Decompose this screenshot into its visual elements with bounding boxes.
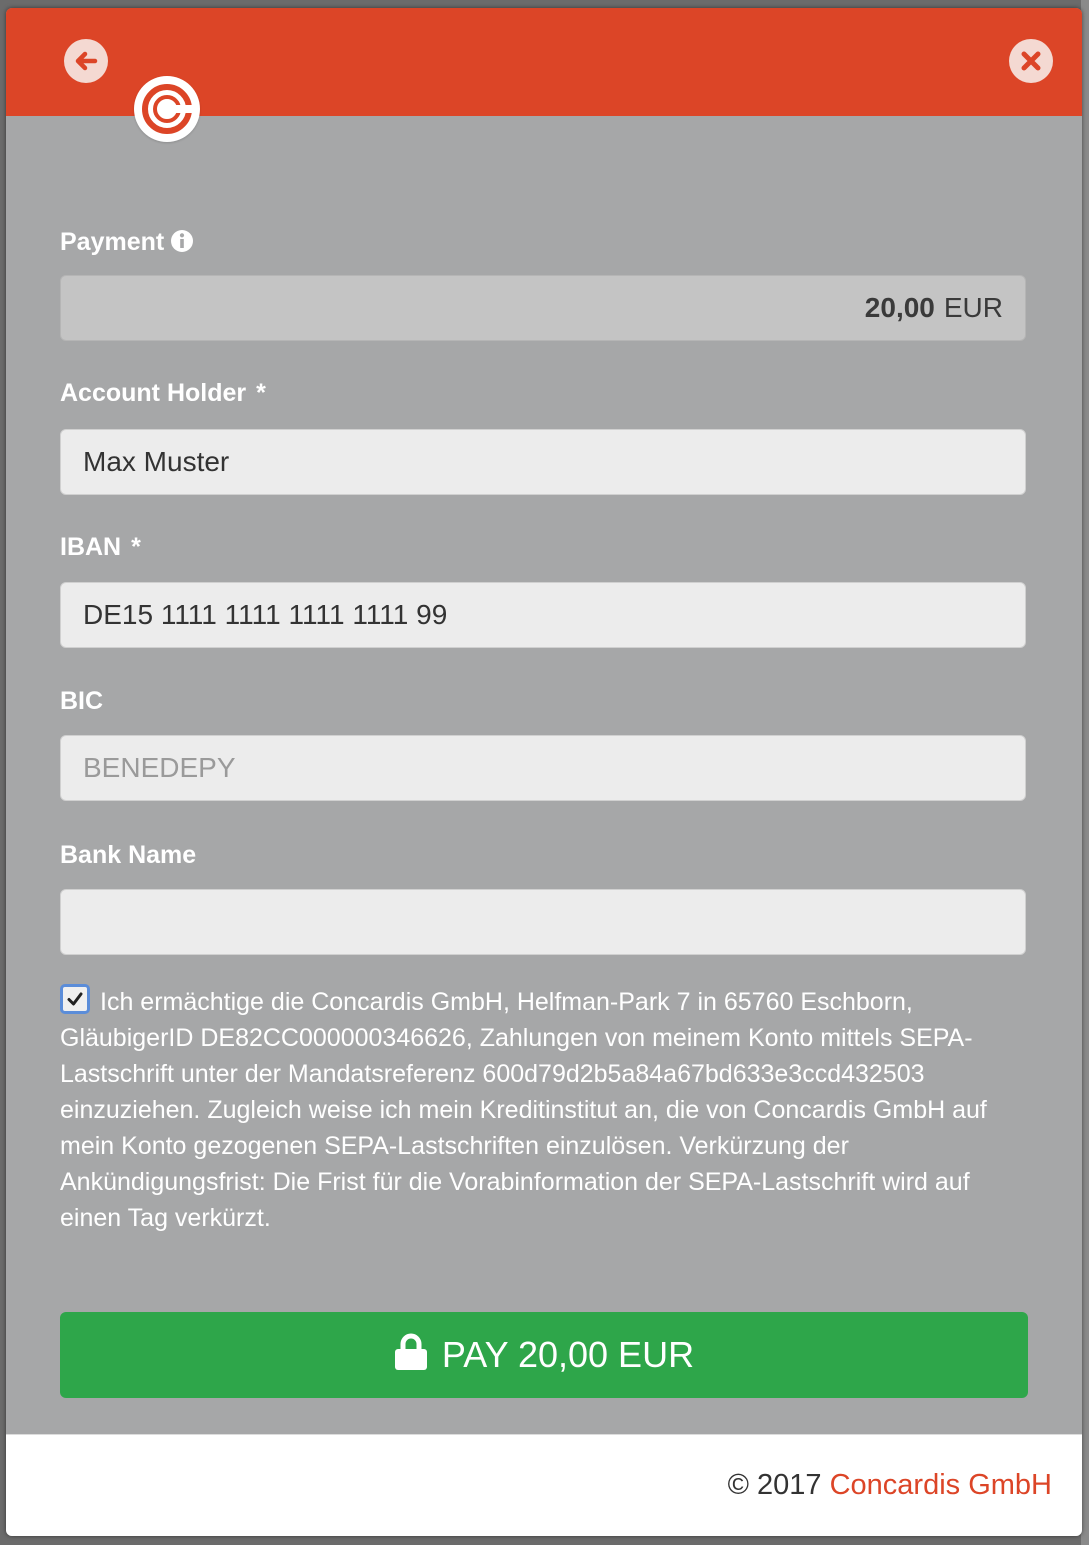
back-button[interactable]: [64, 39, 108, 83]
bic-label-text: BIC: [60, 687, 104, 715]
bic-label: BIC: [60, 686, 103, 716]
company-link[interactable]: Concardis GmbH: [830, 1469, 1052, 1501]
iban-label: IBAN *: [60, 532, 141, 562]
account-holder-input[interactable]: Max Muster: [60, 429, 1026, 495]
payment-amount: 20,00: [864, 292, 935, 323]
check-icon: [67, 992, 83, 1006]
payment-label-text: Payment: [60, 228, 165, 256]
required-mark: *: [256, 379, 266, 407]
iban-input[interactable]: DE15 1111 1111 1111 1111 99: [60, 582, 1026, 648]
pay-button[interactable]: PAY 20,00 EUR: [60, 1312, 1028, 1398]
copyright: © 2017 Concardis GmbH: [728, 1469, 1052, 1502]
arrow-left-icon: [75, 51, 98, 71]
iban-label-text: IBAN: [60, 533, 122, 561]
account-holder-label: Account Holder *: [60, 378, 266, 408]
bic-input[interactable]: BENEDEPY: [60, 735, 1026, 801]
close-icon: [1021, 51, 1041, 71]
pay-button-label: PAY 20,00 EUR: [441, 1334, 695, 1375]
sepa-mandate: Ich ermächtige die Concardis GmbH, Helfm…: [60, 984, 1035, 1236]
payment-label: Payment: [60, 227, 194, 260]
bank-name-label-text: Bank Name: [60, 841, 197, 869]
bank-name-label: Bank Name: [60, 840, 196, 870]
concardis-logo: [134, 76, 200, 142]
payment-currency: EUR: [943, 292, 1003, 323]
account-holder-label-text: Account Holder: [60, 379, 247, 407]
bank-name-input[interactable]: [60, 889, 1026, 955]
backdrop: [1081, 0, 1089, 1545]
payment-amount-field: 20,00 EUR: [60, 275, 1026, 341]
copyright-text: © 2017: [727, 1469, 822, 1501]
bic-placeholder: BENEDEPY: [83, 752, 236, 783]
payment-modal: Payment 20,00 EUR Account Holder * Max Mu…: [6, 8, 1082, 1536]
account-holder-value: Max Muster: [83, 446, 230, 477]
mandate-text: Ich ermächtige die Concardis GmbH, Helfm…: [60, 988, 987, 1232]
logo-icon: [142, 84, 192, 134]
required-mark: *: [131, 533, 141, 561]
lock-icon: [394, 1333, 427, 1370]
mandate-checkbox[interactable]: [60, 984, 90, 1014]
footer: © 2017 Concardis GmbH: [6, 1434, 1082, 1536]
iban-value: DE15 1111 1111 1111 1111 99: [83, 599, 448, 630]
close-button[interactable]: [1009, 39, 1053, 83]
info-icon[interactable]: [170, 229, 194, 260]
